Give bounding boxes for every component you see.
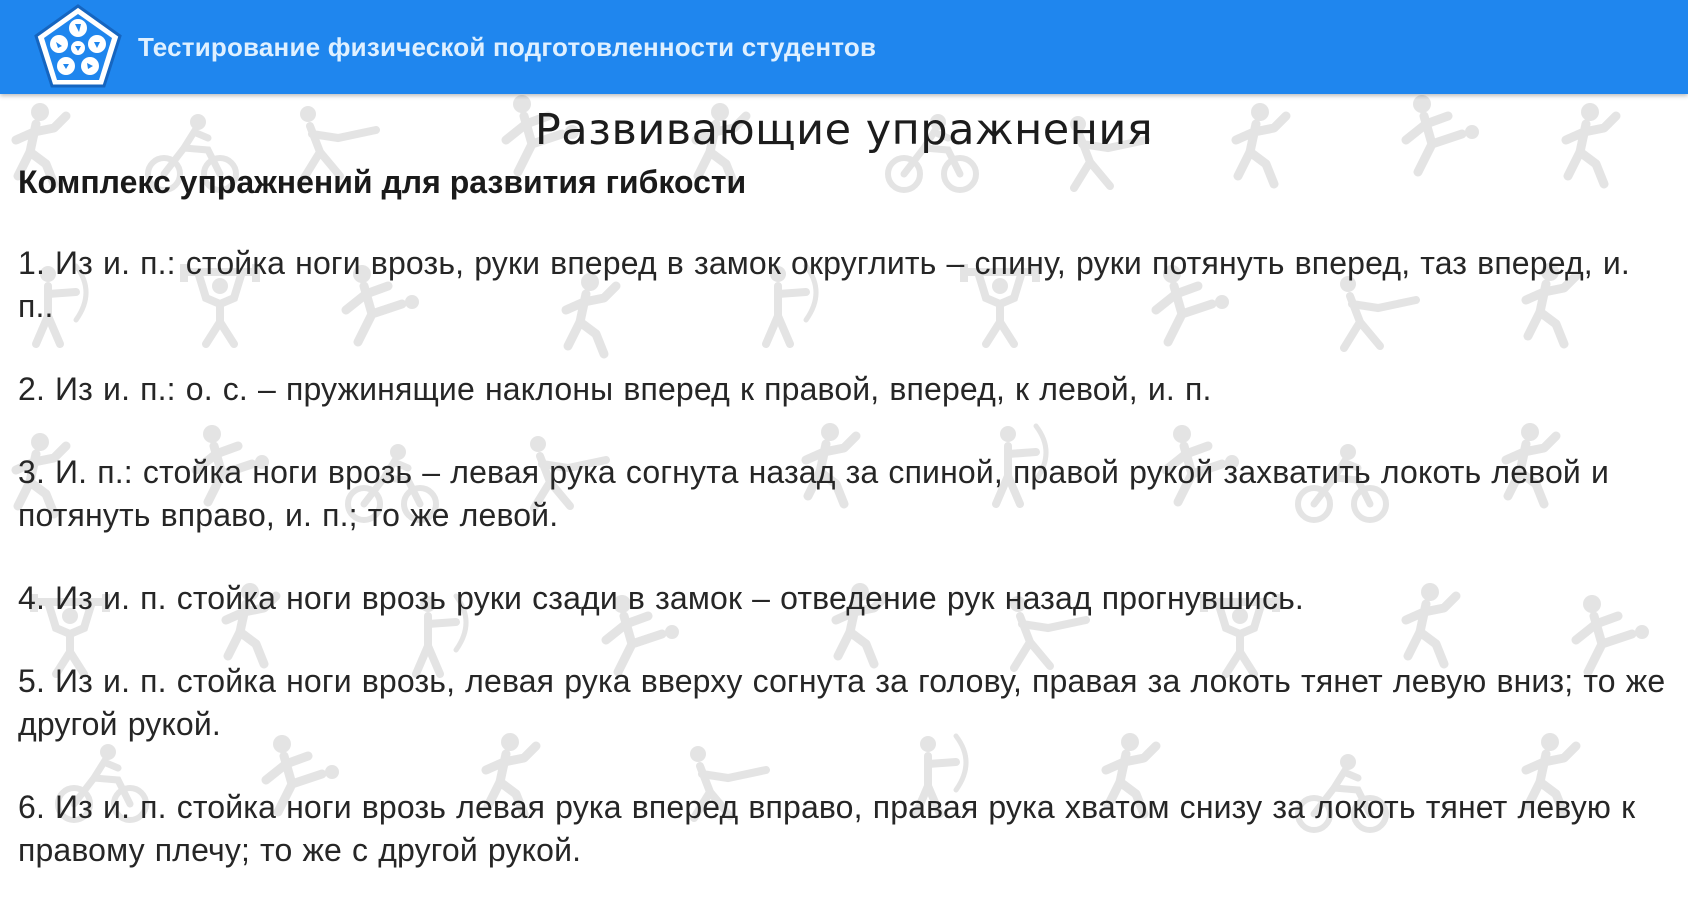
app-title: Тестирование физической подготовленности… <box>138 31 877 62</box>
section-title: Комплекс упражнений для развития гибкост… <box>18 164 747 200</box>
exercise-item: 4. Из и. п. стойка ноги врозь руки сзади… <box>18 580 1304 616</box>
app-bar: Тестирование физической подготовленности… <box>0 0 1688 94</box>
page-title: Развивающие упражнения <box>534 105 1154 155</box>
exercise-item: 1. Из и. п.: стойка ноги врозь, руки впе… <box>18 245 1630 324</box>
pentagon-sports-logo-icon[interactable] <box>30 0 126 94</box>
article-content: Развивающие упражнения Комплекс упражнен… <box>0 94 1688 900</box>
exercise-item: 3. И. п.: стойка ноги врозь – левая рука… <box>18 454 1609 533</box>
exercise-item: 2. Из и. п.: о. с. – пружинящие наклоны … <box>18 371 1212 407</box>
app-window: Тестирование физической подготовленности… <box>0 0 1688 900</box>
exercise-item: 6. Из и. п. стойка ноги врозь левая рука… <box>18 789 1636 868</box>
exercise-list: 1. Из и. п.: стойка ноги врозь, руки впе… <box>18 242 1670 872</box>
exercise-item: 5. Из и. п. стойка ноги врозь, левая рук… <box>18 663 1666 742</box>
